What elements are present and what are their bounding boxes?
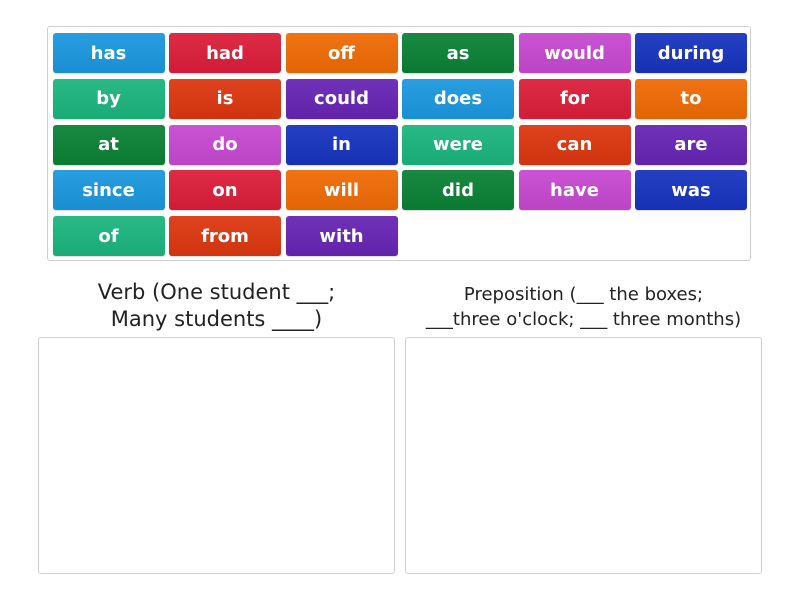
verb-group-title: Verb (One student ___; Many students ___… xyxy=(38,279,395,333)
verb-group-title-line-1: Verb (One student ___; xyxy=(97,280,336,304)
word-tile-do[interactable]: do xyxy=(169,124,281,165)
word-tile-would[interactable]: would xyxy=(518,33,631,73)
word-tile-during[interactable]: during xyxy=(635,33,747,73)
word-tile-pool: has had off as would during by is could does for to… xyxy=(47,26,751,261)
word-tile-could[interactable]: could xyxy=(285,78,398,119)
word-tile-does[interactable]: does xyxy=(402,78,514,119)
verb-drop-zone[interactable] xyxy=(38,337,395,574)
word-tile-had[interactable]: had xyxy=(169,33,281,73)
preposition-group-title-line-2: ___three o'clock; ___ three months) xyxy=(425,309,742,330)
preposition-group-title-line-1: Preposition (___ the boxes; xyxy=(463,284,704,305)
word-tile-is[interactable]: is xyxy=(169,78,281,119)
word-tile-was[interactable]: was xyxy=(635,170,747,211)
word-tile-with[interactable]: with xyxy=(285,216,398,257)
word-tile-are[interactable]: are xyxy=(635,124,747,165)
word-tile-by[interactable]: by xyxy=(52,78,165,119)
preposition-drop-zone[interactable] xyxy=(405,337,762,574)
word-tile-of[interactable]: of xyxy=(52,216,165,257)
word-tile-as[interactable]: as xyxy=(402,33,514,73)
word-tile-did[interactable]: did xyxy=(402,170,514,211)
verb-group-title-line-2: Many students ____) xyxy=(110,307,323,331)
word-tile-off[interactable]: off xyxy=(285,33,398,73)
word-tile-to[interactable]: to xyxy=(635,78,747,119)
word-tile-has[interactable]: has xyxy=(52,33,165,73)
word-tile-at[interactable]: at xyxy=(52,124,165,165)
word-tile-in[interactable]: in xyxy=(285,124,398,165)
word-tile-were[interactable]: were xyxy=(402,124,514,165)
word-tile-will[interactable]: will xyxy=(285,170,398,211)
word-tile-have[interactable]: have xyxy=(518,170,631,211)
word-tile-on[interactable]: on xyxy=(169,170,281,211)
preposition-group-title: Preposition (___ the boxes; ___three o'c… xyxy=(405,282,762,332)
word-tile-for[interactable]: for xyxy=(518,78,631,119)
word-tile-from[interactable]: from xyxy=(169,216,281,257)
word-tile-can[interactable]: can xyxy=(518,124,631,165)
word-tile-since[interactable]: since xyxy=(52,170,165,211)
